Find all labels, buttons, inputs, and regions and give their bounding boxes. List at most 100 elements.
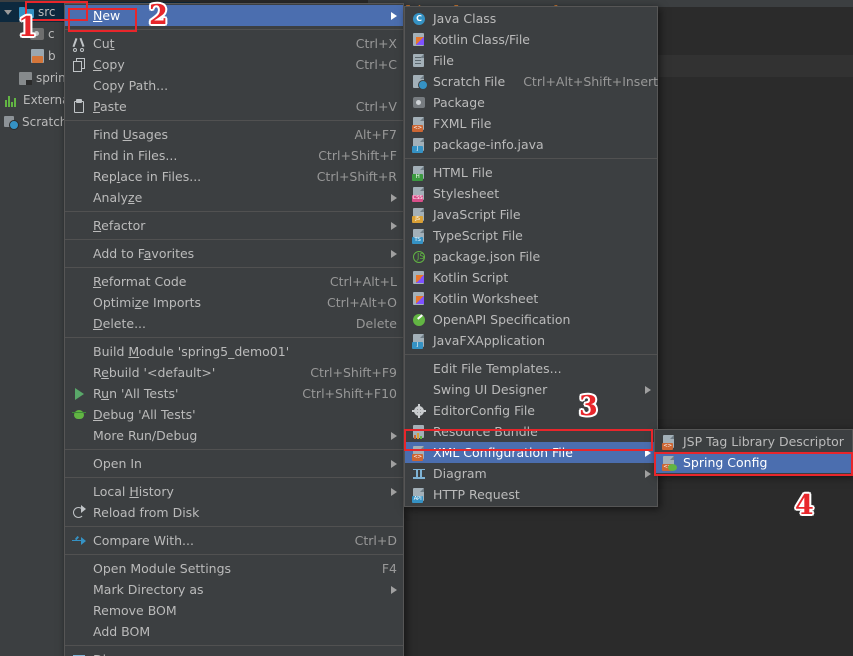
menu-item-label: Copy bbox=[93, 57, 125, 72]
menu-item-icon-placeholder bbox=[71, 127, 89, 143]
menu-separator bbox=[65, 267, 403, 268]
menu-item-mark-directory-as[interactable]: Mark Directory as bbox=[65, 579, 403, 600]
menu-item-file[interactable]: File bbox=[405, 50, 657, 71]
copy-icon bbox=[71, 57, 89, 73]
menu-item-java-class[interactable]: C Java Class bbox=[405, 8, 657, 29]
menu-item-label: Reformat Code bbox=[93, 274, 187, 289]
menu-item-label: Refactor bbox=[93, 218, 146, 233]
menu-item-icon-placeholder bbox=[71, 365, 89, 381]
menu-item-add-to-favorites[interactable]: Add to Favorites bbox=[65, 243, 403, 264]
menu-separator bbox=[65, 120, 403, 121]
menu-item-label: Package bbox=[433, 95, 485, 110]
menu-item-html-file[interactable]: H HTML File bbox=[405, 162, 657, 183]
menu-item-edit-file-templates[interactable]: Edit File Templates... bbox=[405, 358, 657, 379]
menu-item-diagram[interactable]: Diagram bbox=[405, 463, 657, 484]
menu-item-shortcut: Delete bbox=[355, 316, 397, 331]
menu-item-http-request[interactable]: API HTTP Request bbox=[405, 484, 657, 505]
menu-item-shortcut: Ctrl+Alt+Shift+Insert bbox=[523, 74, 659, 89]
menu-item-icon-placeholder bbox=[71, 624, 89, 640]
bean-file-icon bbox=[31, 49, 44, 63]
menu-item-kotlin-class-file[interactable]: Kotlin Class/File bbox=[405, 29, 657, 50]
menu-item-label: Open Module Settings bbox=[93, 561, 232, 576]
menu-item-shortcut: Ctrl+Shift+F bbox=[318, 148, 397, 163]
menu-item-label: Open In bbox=[93, 456, 142, 471]
menu-item-editorconfig-file[interactable]: EditorConfig File bbox=[405, 400, 657, 421]
menu-item-icon-placeholder bbox=[71, 603, 89, 619]
menu-item-resource-bundle[interactable]: Resource Bundle bbox=[405, 421, 657, 442]
menu-item-replace-in-files[interactable]: Replace in Files... Ctrl+Shift+R bbox=[65, 166, 403, 187]
menu-item-refactor[interactable]: Refactor bbox=[65, 215, 403, 236]
menu-item-copy[interactable]: Copy Ctrl+C bbox=[65, 54, 403, 75]
new-submenu[interactable]: C Java Class Kotlin Class/File File Scratch … bbox=[404, 6, 658, 507]
menu-item-label: Local History bbox=[93, 484, 174, 499]
menu-item-run-all-tests[interactable]: Run 'All Tests' Ctrl+Shift+F10 bbox=[65, 383, 403, 404]
menu-item-typescript-file[interactable]: TS TypeScript File bbox=[405, 225, 657, 246]
menu-item-stylesheet[interactable]: CSS Stylesheet bbox=[405, 183, 657, 204]
menu-item-label: Find in Files... bbox=[93, 148, 178, 163]
menu-item-icon-placeholder bbox=[71, 274, 89, 290]
menu-item-open-module-settings[interactable]: Open Module Settings F4 bbox=[65, 558, 403, 579]
menu-item-icon-placeholder bbox=[71, 561, 89, 577]
menu-item-openapi-specification[interactable]: OpenAPI Specification bbox=[405, 309, 657, 330]
menu-item-delete[interactable]: Delete... Delete bbox=[65, 313, 403, 334]
menu-item-package-json-file[interactable]: JS package.json File bbox=[405, 246, 657, 267]
menu-item-swing-ui-designer[interactable]: Swing UI Designer bbox=[405, 379, 657, 400]
menu-item-cut[interactable]: Cut Ctrl+X bbox=[65, 33, 403, 54]
menu-item-label: Copy Path... bbox=[93, 78, 169, 93]
menu-item-optimize-imports[interactable]: Optimize Imports Ctrl+Alt+O bbox=[65, 292, 403, 313]
menu-item-label: Swing UI Designer bbox=[433, 382, 548, 397]
menu-item-package[interactable]: Package bbox=[405, 92, 657, 113]
menu-item-add-bom[interactable]: Add BOM bbox=[65, 621, 403, 642]
javafx-icon: J bbox=[411, 333, 429, 349]
menu-item-javascript-file[interactable]: JS JavaScript File bbox=[405, 204, 657, 225]
js-file-icon: JS bbox=[411, 207, 429, 223]
menu-item-new[interactable]: New bbox=[65, 5, 403, 26]
menu-item-paste[interactable]: Paste Ctrl+V bbox=[65, 96, 403, 117]
menu-item-xml-configuration-file[interactable]: <> XML Configuration File bbox=[405, 442, 657, 463]
menu-item-jsp-tag-library-descriptor[interactable]: <> JSP Tag Library Descriptor bbox=[655, 431, 852, 452]
menu-item-package-info-java[interactable]: Jpackage-info.java bbox=[405, 134, 657, 155]
menu-item-open-in[interactable]: Open In bbox=[65, 453, 403, 474]
scratches-icon bbox=[4, 115, 19, 130]
menu-item-kotlin-worksheet[interactable]: Kotlin Worksheet bbox=[405, 288, 657, 309]
menu-item-debug-all-tests[interactable]: Debug 'All Tests' bbox=[65, 404, 403, 425]
menu-item-javafxapplication[interactable]: J JavaFXApplication bbox=[405, 330, 657, 351]
xml-configuration-submenu[interactable]: <> JSP Tag Library Descriptor <> Spring Con… bbox=[654, 429, 853, 475]
scissors-icon bbox=[71, 36, 89, 52]
menu-item-shortcut: Ctrl+Alt+O bbox=[327, 295, 397, 310]
menu-item-more-run-debug[interactable]: More Run/Debug bbox=[65, 425, 403, 446]
menu-item-reformat-code[interactable]: Reformat Code Ctrl+Alt+L bbox=[65, 271, 403, 292]
menu-item-label: Kotlin Worksheet bbox=[433, 291, 539, 306]
paste-icon bbox=[71, 98, 89, 115]
chevron-right-icon bbox=[388, 221, 397, 230]
menu-item-compare-with[interactable]: Compare With... Ctrl+D bbox=[65, 530, 403, 551]
project-context-menu[interactable]: New Cut Ctrl+X Copy Ctrl+C Copy Path... Paste C… bbox=[64, 3, 404, 656]
menu-item-label: package-info.java bbox=[433, 137, 544, 152]
menu-item-rebuild-default[interactable]: Rebuild '<default>' Ctrl+Shift+F9 bbox=[65, 362, 403, 383]
menu-item-find-usages[interactable]: Find Usages Alt+F7 bbox=[65, 124, 403, 145]
menu-item-label: Diagram bbox=[433, 466, 487, 481]
menu-item-reload-from-disk[interactable]: Reload from Disk bbox=[65, 502, 403, 523]
module-icon bbox=[19, 71, 32, 85]
menu-item-icon-placeholder bbox=[71, 8, 89, 24]
menu-item-icon-placeholder bbox=[71, 218, 89, 234]
menu-item-label: OpenAPI Specification bbox=[433, 312, 571, 327]
menu-item-icon-placeholder bbox=[71, 344, 89, 360]
menu-item-fxml-file[interactable]: <> FXML File bbox=[405, 113, 657, 134]
menu-item-label: JSP Tag Library Descriptor bbox=[683, 434, 844, 449]
menu-item-remove-bom[interactable]: Remove BOM bbox=[65, 600, 403, 621]
http-request-icon: API bbox=[411, 487, 429, 503]
menu-item-label: Build Module 'spring5_demo01' bbox=[93, 344, 290, 359]
kotlin-script-icon bbox=[411, 270, 429, 286]
menu-item-local-history[interactable]: Local History bbox=[65, 481, 403, 502]
menu-item-copy-path[interactable]: Copy Path... bbox=[65, 75, 403, 96]
menu-item-spring-config[interactable]: <> Spring Config bbox=[655, 452, 852, 473]
package-icon bbox=[411, 95, 429, 111]
menu-item-find-in-files[interactable]: Find in Files... Ctrl+Shift+F bbox=[65, 145, 403, 166]
chevron-down-icon[interactable] bbox=[2, 7, 13, 18]
menu-item-analyze[interactable]: Analyze bbox=[65, 187, 403, 208]
menu-item-build-module-spring5-demo01[interactable]: Build Module 'spring5_demo01' bbox=[65, 341, 403, 362]
menu-item-diagrams[interactable]: Diagrams bbox=[65, 649, 403, 656]
menu-item-kotlin-script[interactable]: Kotlin Script bbox=[405, 267, 657, 288]
menu-item-scratch-file[interactable]: Scratch File Ctrl+Alt+Shift+Insert bbox=[405, 71, 659, 92]
